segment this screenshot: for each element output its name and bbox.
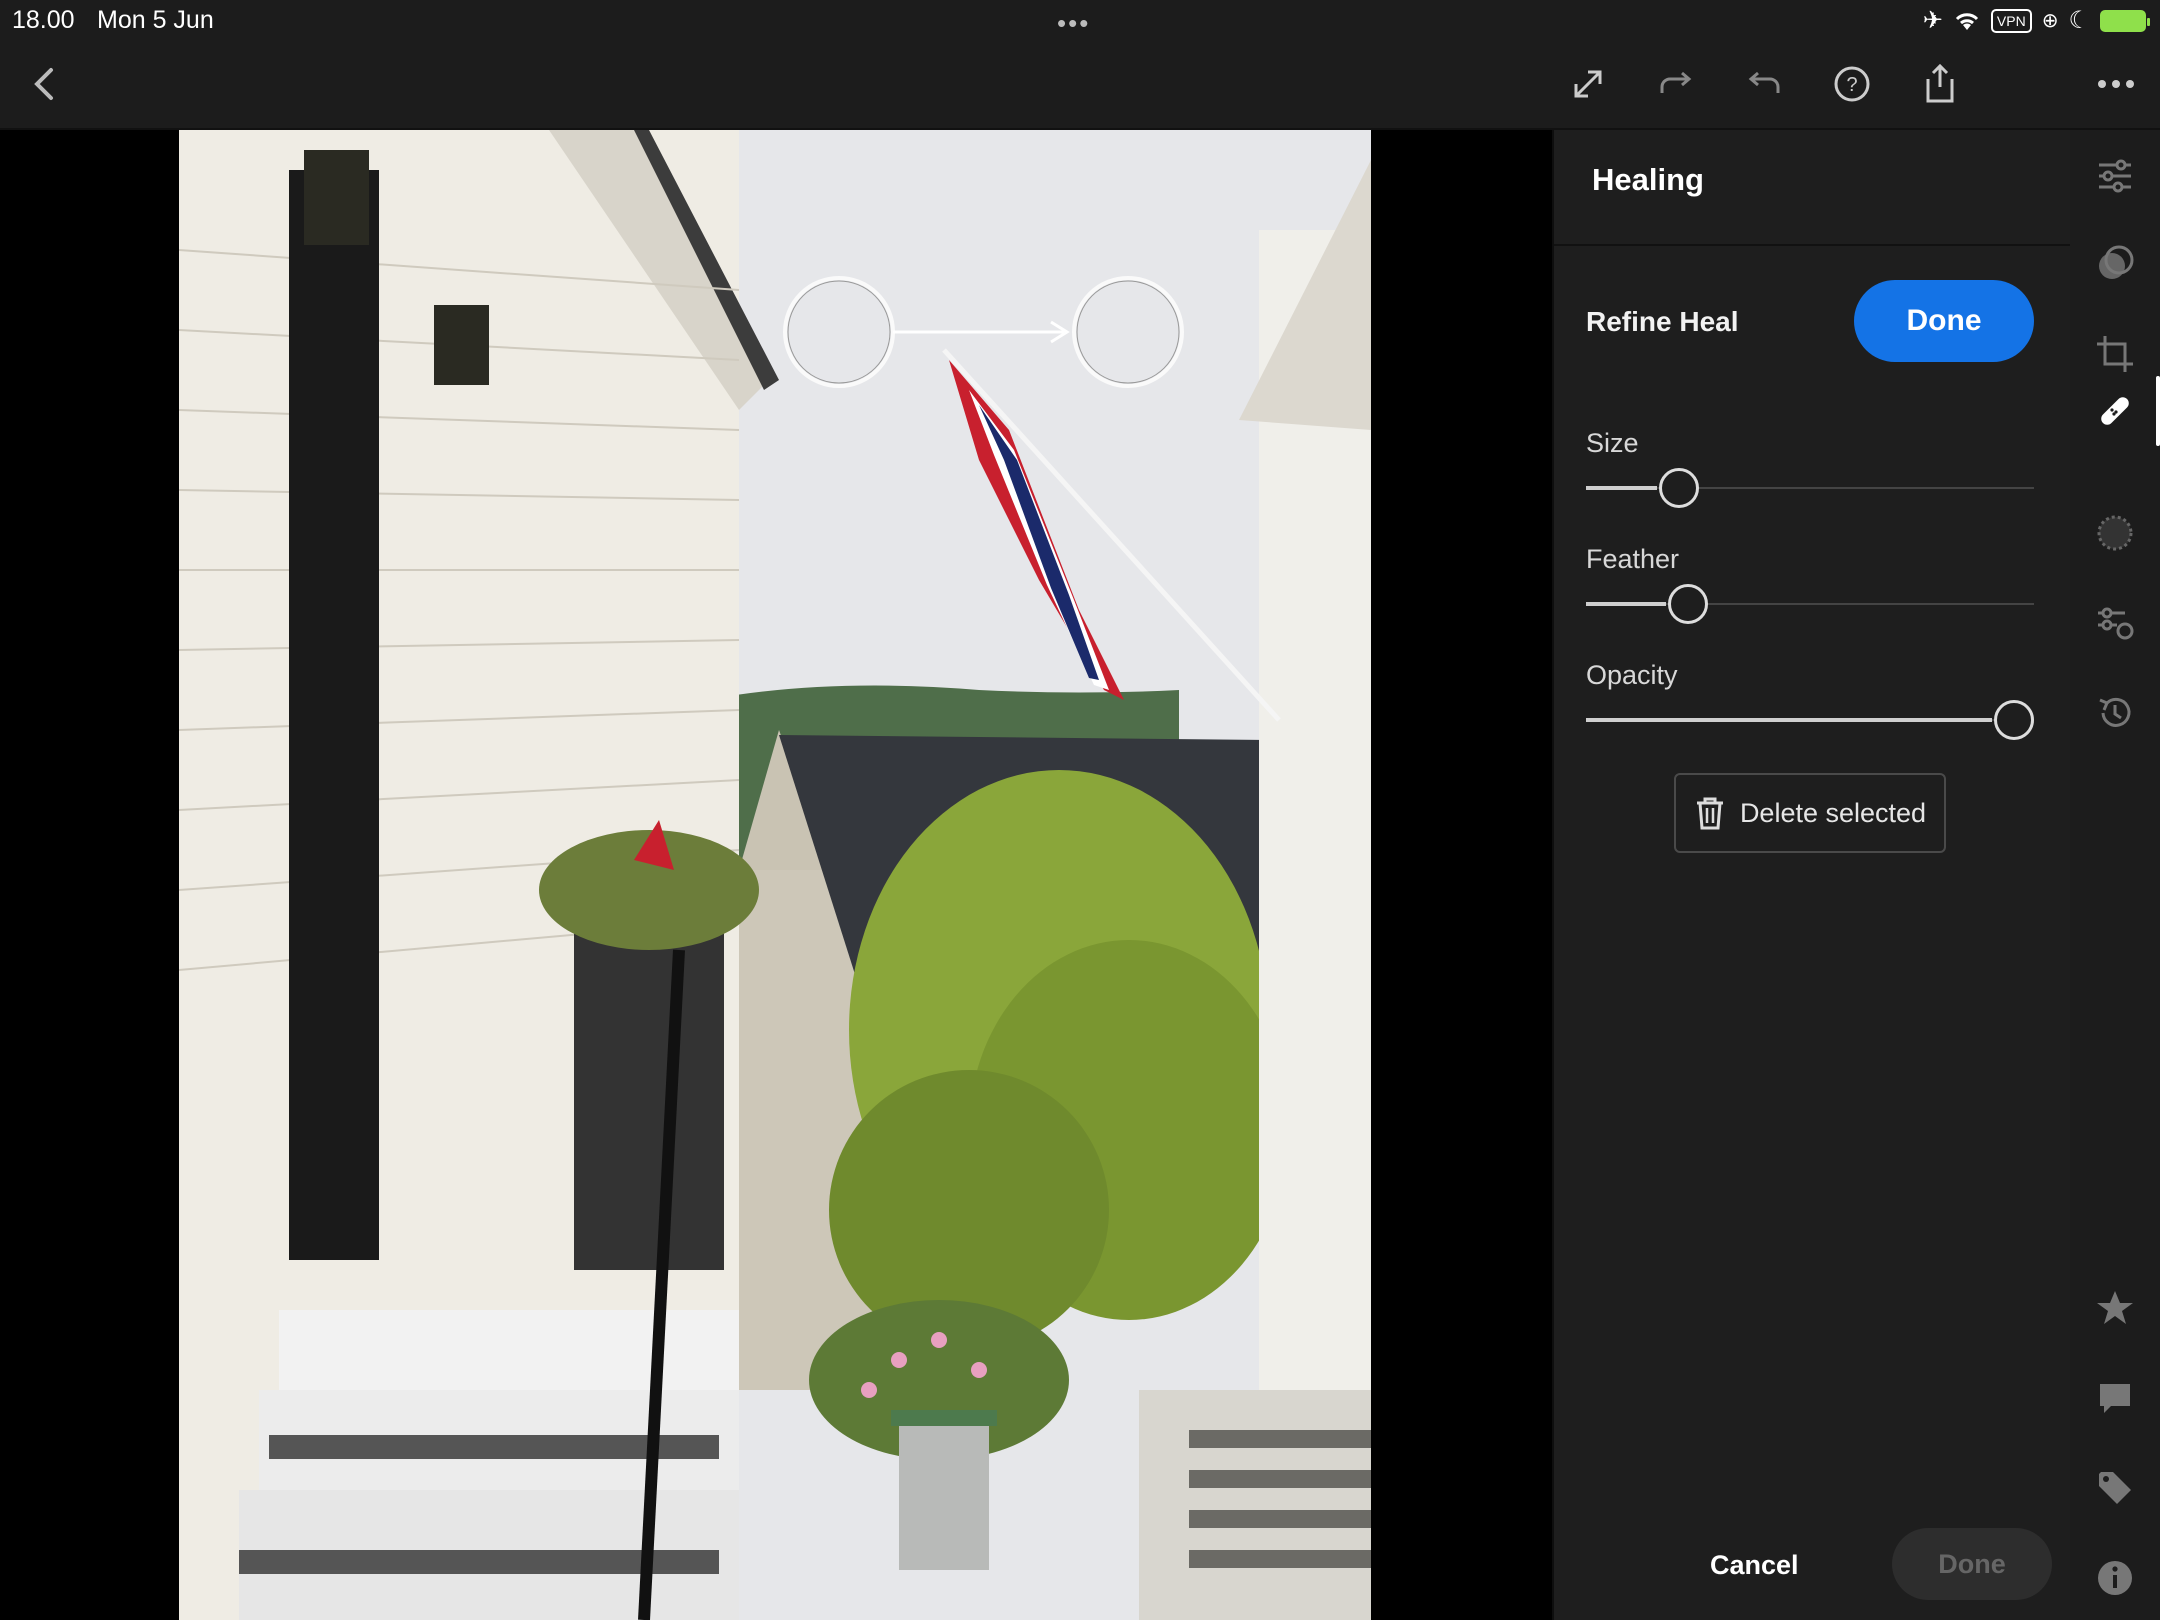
masking-icon[interactable]: [2087, 236, 2143, 292]
crop-icon[interactable]: [2087, 326, 2143, 382]
edit-sliders-icon[interactable]: [2087, 148, 2143, 204]
help-icon[interactable]: ?: [1824, 56, 1880, 112]
expand-icon[interactable]: [1560, 56, 1616, 112]
opacity-label: Opacity: [1586, 660, 1678, 690]
moon-icon: ☾: [2068, 7, 2090, 34]
panel-divider: [1554, 244, 2072, 246]
orientation-lock-icon: ⊕: [2041, 10, 2059, 32]
active-tool-indicator: [2156, 376, 2160, 446]
status-bar: 18.00 Mon 5 Jun ••• ✈ VPN ⊕ ☾: [0, 0, 2160, 40]
panel-title: Healing: [1592, 162, 1704, 197]
size-label: Size: [1586, 428, 1639, 458]
trash-icon: [1696, 797, 1723, 830]
slider-fill: [1586, 718, 1992, 722]
undo-icon[interactable]: [1736, 56, 1792, 112]
more-icon[interactable]: [2088, 56, 2144, 112]
tag-icon[interactable]: [2087, 1460, 2143, 1516]
opacity-slider[interactable]: [1586, 700, 2034, 740]
size-slider[interactable]: [1586, 468, 2034, 508]
top-toolbar: ?: [0, 40, 2160, 130]
rating-star-icon[interactable]: [2087, 1280, 2143, 1336]
delete-selected-label: Delete selected: [1739, 797, 1927, 828]
status-time: 18.00: [12, 6, 75, 34]
multitasking-dots-icon[interactable]: •••: [1057, 8, 1090, 39]
battery-icon: [2100, 9, 2150, 32]
share-icon[interactable]: [1912, 56, 1968, 112]
slider-thumb[interactable]: [1994, 700, 2034, 740]
cancel-button[interactable]: Cancel: [1710, 1550, 1799, 1581]
photo-illustration: [179, 130, 1371, 1620]
status-date: Mon 5 Jun: [97, 6, 214, 34]
healing-panel: Healing Refine Heal Done Size Feather Op…: [1552, 130, 2072, 1620]
status-icons: ✈ VPN ⊕ ☾: [1922, 6, 2150, 35]
feather-slider[interactable]: [1586, 584, 2034, 624]
slider-fill: [1586, 486, 1658, 490]
comment-icon[interactable]: [2087, 1370, 2143, 1426]
history-icon[interactable]: [2087, 685, 2143, 741]
airplane-icon: ✈: [1922, 7, 1943, 34]
info-icon[interactable]: [2087, 1550, 2143, 1606]
refine-done-button[interactable]: Done: [1854, 280, 2034, 362]
footer-done-button[interactable]: Done: [1892, 1528, 2052, 1600]
slider-thumb[interactable]: [1667, 584, 1708, 624]
refine-heal-label: Refine Heal: [1586, 306, 1739, 337]
slider-thumb[interactable]: [1659, 468, 1700, 508]
redo-icon[interactable]: [1648, 56, 1704, 112]
healing-icon[interactable]: [2087, 383, 2143, 439]
delete-selected-button[interactable]: Delete selected: [1674, 773, 1946, 853]
photo-canvas[interactable]: [0, 130, 1552, 1620]
feather-label: Feather: [1586, 544, 1680, 574]
wifi-icon: [1955, 12, 1978, 30]
slider-fill: [1586, 602, 1666, 606]
presets-icon[interactable]: [2087, 595, 2143, 651]
back-icon[interactable]: [16, 56, 72, 112]
photo[interactable]: [179, 130, 1371, 1620]
selective-icon[interactable]: [2087, 505, 2143, 561]
vpn-badge: VPN: [1990, 8, 2032, 33]
tool-rail: [2070, 130, 2160, 1620]
svg-text:?: ?: [1846, 74, 1857, 96]
